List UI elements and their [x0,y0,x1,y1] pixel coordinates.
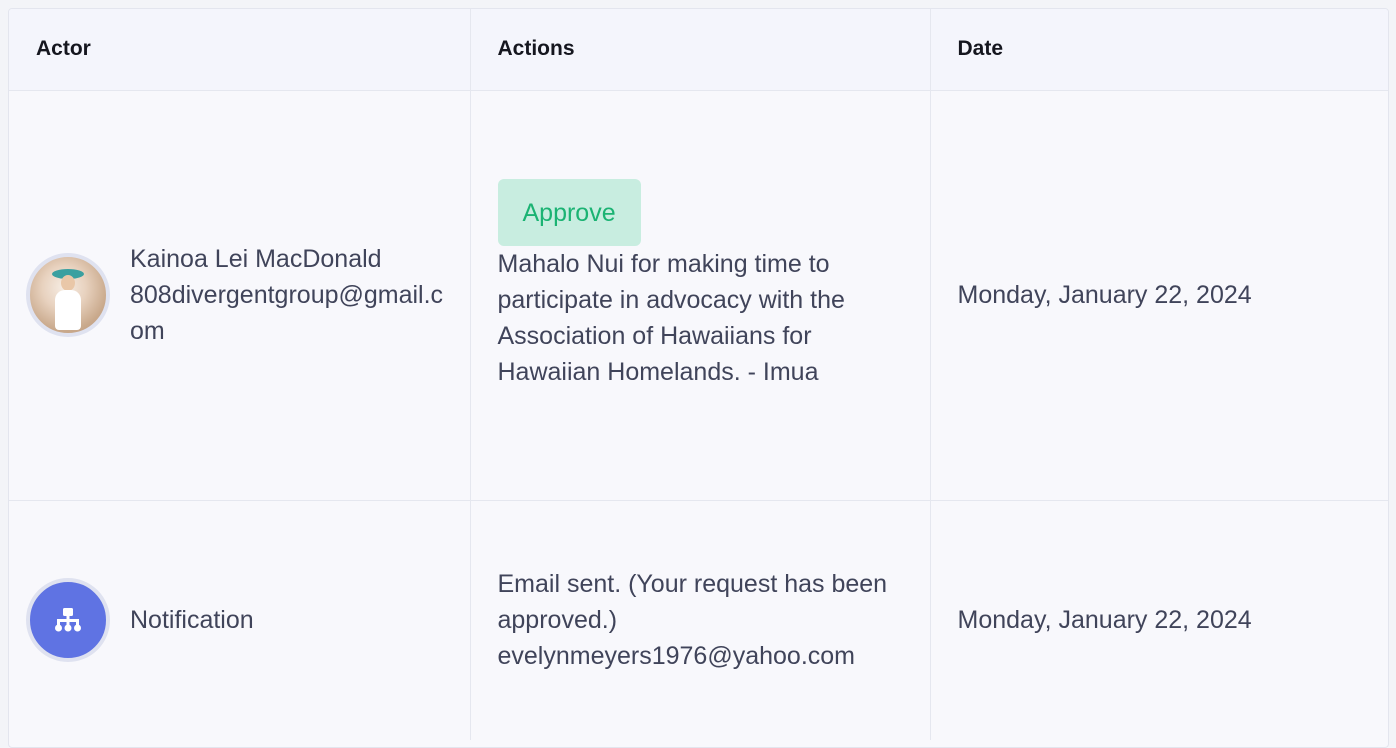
actions-cell: Email sent. (Your request has been appro… [470,500,931,740]
action-email: evelynmeyers1976@yahoo.com [497,642,856,671]
action-message: Email sent. (Your request has been appro… [497,570,888,635]
date-cell: Monday, January 22, 2024 [957,606,1252,635]
approve-status-badge: Approve [497,178,641,246]
actor-cell: Notification [9,500,471,740]
header-date: Date [930,9,1388,91]
header-actor: Actor [9,9,471,91]
table-row: Notification Email sent. (Your request h… [9,500,1388,740]
actor-cell: Kainoa Lei MacDonald 808divergentgroup@g… [9,90,471,501]
date-cell: Monday, January 22, 2024 [930,90,1388,501]
avatar [26,253,110,337]
table-header-row: Actor Actions Date [9,9,1388,91]
actor-name: Kainoa Lei MacDonald [130,245,382,273]
actions-cell: Approve Mahalo Nui for making time to pa… [470,90,931,501]
activity-table: Actor Actions Date Kainoa Lei MacDonald … [9,9,1388,740]
actor-email: 808divergentgroup@gmail.com [130,281,444,345]
header-actions: Actions [470,9,931,91]
table-row: Kainoa Lei MacDonald 808divergentgroup@g… [9,90,1388,501]
activity-table-container: Actor Actions Date Kainoa Lei MacDonald … [8,8,1389,748]
sitemap-icon [26,578,110,663]
actor-name: Notification [130,606,254,635]
action-message: Mahalo Nui for making time to participat… [497,249,845,386]
